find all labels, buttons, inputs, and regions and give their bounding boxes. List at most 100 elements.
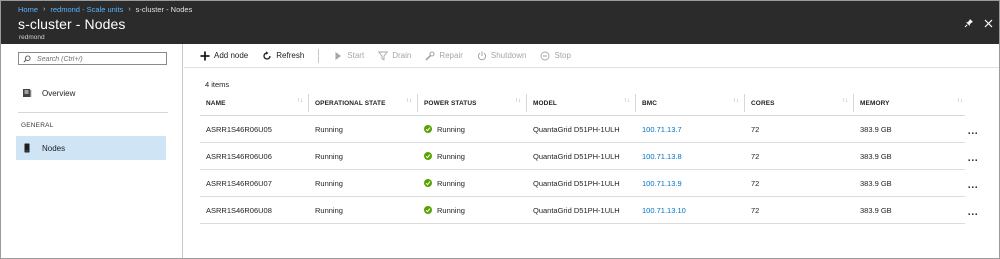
command-bar: Add node Refresh Start Drain Repair Shut… [184, 44, 999, 68]
sort-icon: ↑↓ [405, 98, 412, 104]
check-circle-icon [424, 125, 432, 133]
column-label: MODEL [533, 99, 557, 107]
wrench-icon [425, 50, 435, 61]
column-header-bmc[interactable]: BMC ↑↓ [636, 90, 745, 116]
page-subtitle: redmond [19, 34, 45, 41]
cell-power-status: Running [418, 143, 465, 169]
column-header-model[interactable]: MODEL ↑↓ [527, 90, 636, 116]
power-icon [477, 51, 487, 61]
nodes-table: NAME ↑↓ OPERATIONAL STATE ↑↓ POWER STATU… [200, 90, 965, 224]
column-label: POWER STATUS [424, 99, 477, 107]
check-circle-icon [424, 206, 432, 214]
more-options-icon[interactable]: … [966, 126, 980, 138]
add-node-label: Add node [214, 51, 249, 60]
cell-name: ASRR1S46R06U08 [206, 205, 272, 215]
menu-group-general: GENERAL [21, 122, 54, 129]
check-circle-icon [424, 179, 432, 187]
page-title: s-cluster - Nodes [18, 16, 126, 32]
cell-model: QuantaGrid D51PH-1ULH [533, 205, 620, 215]
sort-icon: ↑↓ [514, 98, 521, 104]
sidebar-item-overview[interactable]: Overview [16, 81, 166, 105]
cell-name: ASRR1S46R06U05 [206, 124, 272, 134]
column-label: BMC [642, 99, 658, 107]
resource-menu: Overview GENERAL Nodes [1, 44, 183, 258]
cell-operational-state: Running [315, 178, 343, 188]
toolbar-divider [318, 48, 320, 63]
column-label: MEMORY [860, 99, 890, 107]
power-status-label: Running [437, 151, 465, 161]
more-options-icon[interactable]: … [966, 153, 980, 165]
breadcrumb-current: s-cluster - Nodes [135, 5, 193, 14]
drain-button[interactable]: Drain [378, 48, 411, 64]
pin-icon[interactable] [963, 17, 975, 29]
cell-power-status: Running [418, 170, 465, 196]
table-header: NAME ↑↓ OPERATIONAL STATE ↑↓ POWER STATU… [200, 90, 965, 116]
column-header-power-status[interactable]: POWER STATUS ↑↓ [418, 90, 527, 116]
cell-memory: 383.9 GB [860, 178, 892, 188]
cell-model: QuantaGrid D51PH-1ULH [533, 178, 620, 188]
plus-icon [200, 51, 210, 61]
bmc-link[interactable]: 100.71.13.9 [636, 170, 682, 196]
item-count: 4 items [205, 80, 230, 89]
table-row[interactable]: ASRR1S46R06U06 Running Running QuantaGri… [200, 143, 965, 170]
bmc-link[interactable]: 100.71.13.7 [636, 116, 682, 142]
table-row[interactable]: ASRR1S46R06U07 Running Running QuantaGri… [200, 170, 965, 197]
stop-label: Stop [554, 51, 571, 60]
search-box[interactable] [18, 52, 167, 65]
search-input[interactable] [37, 54, 162, 64]
cell-model: QuantaGrid D51PH-1ULH [533, 151, 620, 161]
bmc-link[interactable]: 100.71.13.8 [636, 143, 682, 169]
repair-label: Repair [439, 51, 463, 60]
cell-cores: 72 [751, 205, 760, 215]
repair-button[interactable]: Repair [425, 48, 463, 64]
sort-icon: ↑↓ [841, 98, 848, 104]
shutdown-button[interactable]: Shutdown [477, 48, 526, 64]
column-header-name[interactable]: NAME ↑↓ [200, 90, 309, 116]
breadcrumb-scale-units[interactable]: redmond - Scale units [50, 5, 123, 14]
column-header-cores[interactable]: CORES ↑↓ [745, 90, 854, 116]
column-label: OPERATIONAL STATE [315, 99, 386, 107]
column-header-memory[interactable]: MEMORY ↑↓ [854, 90, 965, 116]
power-status-label: Running [437, 178, 465, 188]
sort-icon: ↑↓ [732, 98, 739, 104]
breadcrumb-home[interactable]: Home [18, 5, 38, 14]
server-icon [22, 143, 32, 153]
start-label: Start [347, 51, 365, 60]
stop-icon [540, 51, 550, 61]
cell-cores: 72 [751, 151, 760, 161]
divider [18, 112, 168, 113]
cell-cores: 72 [751, 124, 760, 134]
column-label: NAME [206, 99, 226, 107]
stop-button[interactable]: Stop [540, 48, 571, 64]
chevron-right-icon: › [43, 6, 46, 13]
column-label: CORES [751, 99, 775, 107]
refresh-label: Refresh [276, 51, 305, 60]
cell-name: ASRR1S46R06U06 [206, 151, 272, 161]
cell-memory: 383.9 GB [860, 124, 892, 134]
table-row[interactable]: ASRR1S46R06U05 Running Running QuantaGri… [200, 116, 965, 143]
cell-operational-state: Running [315, 205, 343, 215]
breadcrumb: Home › redmond - Scale units › s-cluster… [18, 4, 192, 15]
sidebar-item-label: Nodes [42, 143, 66, 153]
bmc-link[interactable]: 100.71.13.10 [636, 197, 686, 223]
column-header-operational-state[interactable]: OPERATIONAL STATE ↑↓ [309, 90, 418, 116]
refresh-button[interactable]: Refresh [262, 48, 304, 64]
blade-header: Home › redmond - Scale units › s-cluster… [1, 1, 999, 44]
close-icon[interactable] [982, 17, 994, 29]
start-button[interactable]: Start [333, 48, 364, 64]
sort-icon: ↑↓ [296, 98, 303, 104]
power-status-label: Running [437, 205, 465, 215]
sort-icon: ↑↓ [623, 98, 630, 104]
table-row[interactable]: ASRR1S46R06U08 Running Running QuantaGri… [200, 197, 965, 224]
power-status-label: Running [437, 124, 465, 134]
sidebar-item-label: Overview [42, 88, 76, 98]
add-node-button[interactable]: Add node [200, 48, 248, 64]
cell-operational-state: Running [315, 124, 343, 134]
sidebar-item-nodes[interactable]: Nodes [16, 136, 166, 160]
more-options-icon[interactable]: … [966, 180, 980, 192]
more-options-icon[interactable]: … [966, 207, 980, 219]
cell-memory: 383.9 GB [860, 205, 892, 215]
cell-cores: 72 [751, 178, 760, 188]
sort-icon: ↑↓ [956, 98, 963, 104]
funnel-icon [378, 51, 389, 61]
